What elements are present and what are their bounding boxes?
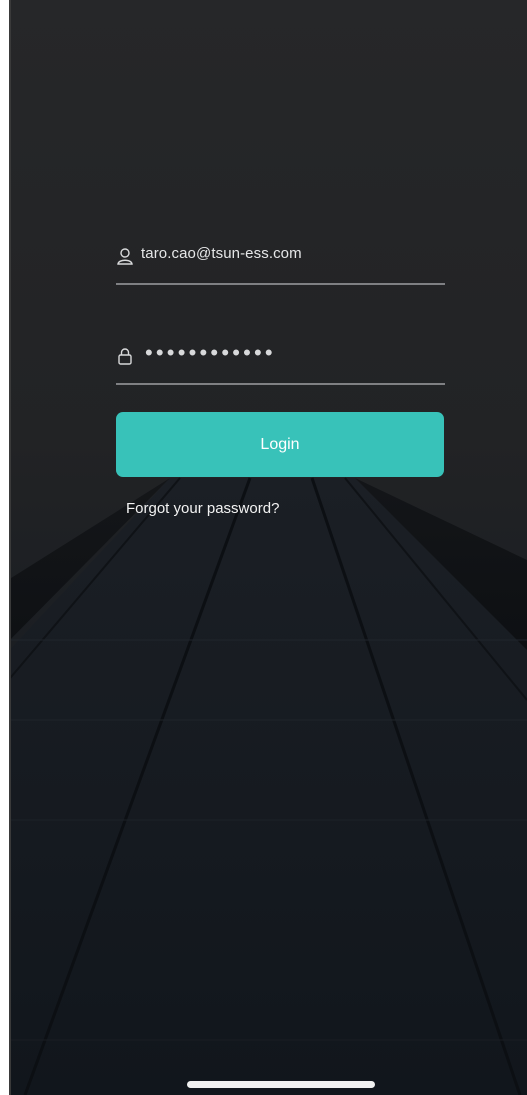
email-field[interactable]: taro.cao@tsun-ess.com bbox=[116, 239, 445, 285]
login-button-label: Login bbox=[260, 435, 300, 453]
user-icon bbox=[117, 248, 133, 265]
login-screen: taro.cao@tsun-ess.com •••••••••••• Login… bbox=[0, 0, 527, 1095]
email-value: taro.cao@tsun-ess.com bbox=[141, 245, 302, 262]
home-indicator bbox=[187, 1081, 375, 1088]
login-button[interactable]: Login bbox=[116, 412, 444, 477]
left-edge-strip bbox=[0, 0, 11, 1095]
password-mask: •••••••••••• bbox=[145, 340, 276, 365]
forgot-password-link[interactable]: Forgot your password? bbox=[126, 500, 279, 517]
lock-icon bbox=[118, 348, 132, 365]
background-walkway-scene bbox=[0, 477, 527, 1095]
password-field[interactable]: •••••••••••• bbox=[116, 339, 445, 385]
